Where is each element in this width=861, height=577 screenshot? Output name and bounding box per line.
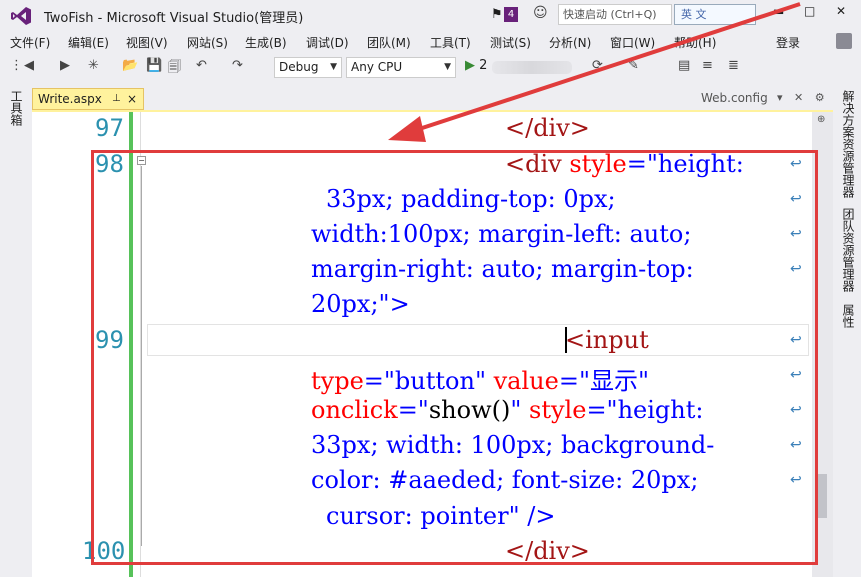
pin-icon[interactable]: ⊥ — [112, 89, 121, 109]
redo-icon[interactable]: ↷ — [232, 58, 243, 73]
tab-write-aspx[interactable]: Write.aspx ⊥ × — [32, 88, 144, 110]
open-file-icon[interactable]: 📂 — [122, 58, 138, 73]
properties-tab[interactable]: 属性 — [840, 304, 857, 328]
menu-website[interactable]: 网站(S) — [187, 34, 228, 51]
right-tool-strip: 解决方案资源管理器 团队资源管理器 属性 — [833, 82, 861, 577]
window-title: TwoFish - Microsoft Visual Studio(管理员) — [44, 11, 304, 26]
line-number: 97 — [95, 114, 124, 142]
menu-debug[interactable]: 调试(D) — [306, 34, 349, 51]
forward-icon[interactable]: ▶ — [60, 58, 70, 73]
visual-studio-logo-icon — [11, 7, 31, 25]
annotation-arrow-icon — [388, 2, 801, 142]
account-icon[interactable] — [836, 33, 852, 49]
close-tab-icon[interactable]: × — [127, 89, 137, 109]
close-window-button[interactable]: ✕ — [836, 4, 846, 18]
left-tool-strip: 工具箱 — [0, 82, 28, 577]
scrollbar-thumb[interactable] — [817, 474, 827, 518]
toolbar-grip-icon: ⋮ — [10, 58, 23, 73]
toolbox-tab[interactable]: 工具箱 — [8, 90, 25, 126]
save-icon[interactable]: 💾 — [146, 58, 162, 73]
menu-file[interactable]: 文件(F) — [10, 34, 50, 51]
configuration-value: Debug — [279, 60, 319, 74]
team-explorer-tab[interactable]: 团队资源管理器 — [840, 208, 857, 292]
chevron-down-icon: ▼ — [330, 62, 337, 72]
menu-edit[interactable]: 编辑(E) — [68, 34, 109, 51]
configuration-dropdown[interactable]: Debug ▼ — [274, 57, 342, 78]
annotation-highlight-box — [91, 150, 818, 565]
menu-view[interactable]: 视图(V) — [126, 34, 168, 51]
new-project-icon[interactable]: ✳ — [88, 58, 99, 73]
save-all-icon[interactable]: 🗐 — [168, 58, 181, 80]
solution-explorer-tab[interactable]: 解决方案资源管理器 — [840, 90, 857, 198]
undo-icon[interactable]: ↶ — [196, 58, 207, 73]
menu-build[interactable]: 生成(B) — [245, 34, 287, 51]
tab-label: Write.aspx — [38, 92, 102, 106]
back-icon[interactable]: ◀ — [24, 58, 34, 73]
